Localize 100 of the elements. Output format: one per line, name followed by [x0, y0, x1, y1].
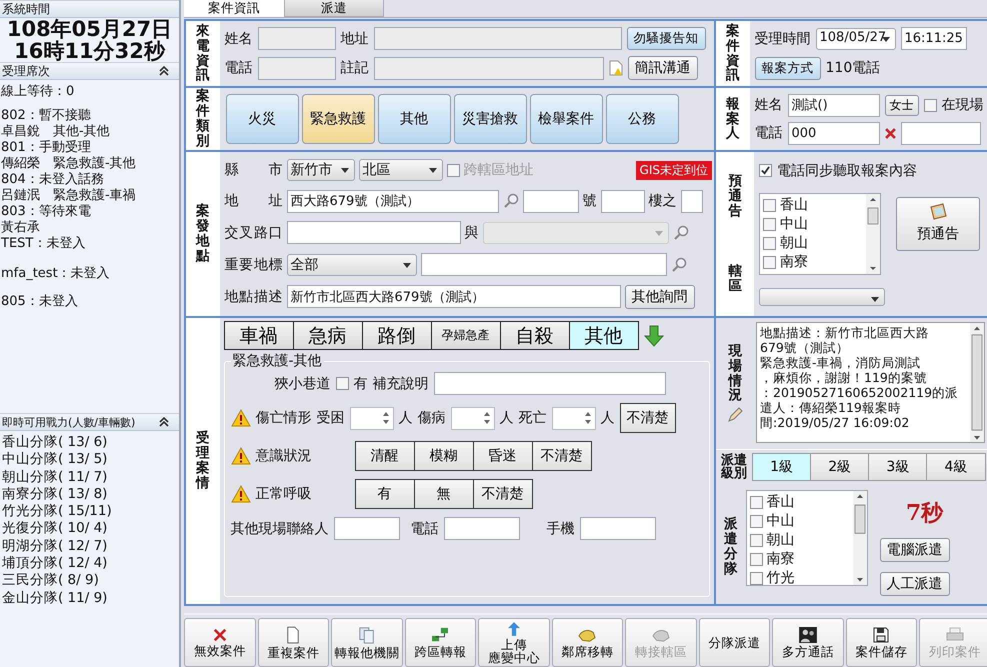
category-button[interactable]: 緊急救護	[302, 94, 374, 144]
search-icon[interactable]	[670, 256, 686, 273]
case-type-tab[interactable]: 路倒	[362, 321, 432, 350]
scrollbar[interactable]	[852, 491, 866, 585]
edit-icon[interactable]	[727, 407, 743, 424]
option-button[interactable]: 模糊	[414, 441, 474, 471]
floor-field[interactable]	[600, 190, 644, 213]
cross-road-field[interactable]	[286, 221, 460, 244]
sms-button[interactable]: 簡訊溝通	[628, 56, 698, 80]
location-description-field[interactable]: 新竹市北區西大路679號（測試）	[286, 285, 620, 308]
district-dropdown[interactable]	[759, 288, 885, 306]
level-button[interactable]: 3級	[868, 453, 928, 481]
phone-field[interactable]: 000	[788, 122, 880, 144]
search-icon[interactable]	[502, 193, 518, 210]
document-warning-icon[interactable]	[608, 60, 622, 76]
case-type-tab[interactable]: 其他	[568, 321, 638, 350]
tab[interactable]: 派遣	[284, 0, 384, 17]
level-button[interactable]: 4級	[926, 453, 986, 481]
address-field[interactable]	[374, 27, 622, 50]
category-button[interactable]: 公務	[606, 94, 678, 144]
field-label: 受理時間	[754, 30, 810, 48]
mobile-field[interactable]	[580, 517, 656, 540]
option-button[interactable]: 無	[414, 479, 474, 509]
landmark-field[interactable]	[420, 253, 666, 276]
checkbox[interactable]	[336, 377, 348, 390]
case-type-tab[interactable]: 急病	[292, 321, 362, 350]
field-label: 地址	[224, 192, 282, 210]
scrollbar[interactable]	[970, 323, 984, 442]
toolbar-button[interactable]: 多方通話	[772, 618, 844, 667]
toolbar-button[interactable]: 轉報他機關	[331, 618, 402, 667]
date-dropdown[interactable]: 108/05/27	[816, 28, 896, 50]
checkbox[interactable]	[750, 515, 762, 528]
address-field[interactable]: 西大路679號（測試）	[286, 190, 498, 213]
arrow-down-icon[interactable]	[644, 324, 664, 346]
option-button[interactable]: 有	[354, 479, 414, 509]
checkbox[interactable]	[750, 553, 762, 566]
checkbox[interactable]	[763, 218, 776, 231]
contact-field[interactable]	[334, 517, 400, 540]
note-field[interactable]	[374, 56, 604, 80]
toolbar-button[interactable]: 分隊派遣	[698, 618, 770, 667]
city-dropdown[interactable]: 新竹市	[286, 159, 354, 182]
landmark-dropdown[interactable]: 全部	[286, 254, 416, 276]
category-button[interactable]: 檢舉案件	[530, 94, 602, 144]
case-type-tab[interactable]: 孕婦急產	[430, 321, 500, 350]
toolbar-button[interactable]: 重複案件	[258, 618, 329, 667]
toolbar-button[interactable]: 無效案件	[184, 618, 256, 667]
spinner-field[interactable]	[450, 406, 494, 430]
checkbox[interactable]	[750, 572, 762, 585]
scrollbar[interactable]	[866, 194, 880, 274]
name-field[interactable]	[258, 27, 336, 50]
case-type-tab[interactable]: 自殺	[500, 321, 570, 350]
clear-icon[interactable]	[884, 128, 896, 138]
unclear-button[interactable]: 不清楚	[620, 403, 676, 433]
manual-dispatch-button[interactable]: 人工派遣	[880, 572, 950, 596]
dnd-button[interactable]: 勿騷擾告知	[626, 27, 706, 50]
collapse-icon[interactable]	[159, 66, 169, 76]
report-method-button[interactable]: 報案方式	[754, 56, 820, 80]
checkbox[interactable]	[763, 256, 776, 269]
section-header[interactable]: 受理席次	[0, 62, 179, 80]
name-field[interactable]: 測試()	[788, 94, 880, 116]
number-field[interactable]	[522, 190, 578, 213]
case-type-tab[interactable]: 車禍	[224, 321, 294, 350]
option-button[interactable]: 清醒	[354, 441, 414, 471]
section-header[interactable]: 即時可用戰力(人數/車輛數)	[0, 413, 179, 431]
pre-notice-button[interactable]: 預通告	[896, 196, 980, 251]
category-button[interactable]: 其他	[378, 94, 450, 144]
category-button[interactable]: 災害搶救	[454, 94, 526, 144]
collapse-icon[interactable]	[159, 417, 169, 427]
tab[interactable]: 案件資訊	[184, 0, 284, 17]
district-dropdown[interactable]: 北區	[358, 159, 442, 182]
level-button[interactable]: 1級	[752, 453, 812, 481]
checkbox[interactable]	[763, 198, 776, 212]
extra-phone-field[interactable]	[900, 122, 980, 144]
gender-button[interactable]: 女士	[884, 94, 918, 116]
checkbox[interactable]	[750, 496, 762, 509]
toolbar-button[interactable]: 鄰席移轉	[552, 618, 623, 667]
checkbox[interactable]	[759, 164, 772, 178]
option-button[interactable]: 不清楚	[472, 479, 532, 509]
time-field[interactable]: 16:11:25	[900, 27, 966, 50]
option-button[interactable]: 昏迷	[472, 441, 532, 471]
spinner-field[interactable]	[552, 406, 596, 430]
phone-field[interactable]	[444, 517, 520, 540]
toolbar-button[interactable]: 上傳 應變中心	[478, 618, 550, 667]
floor-sub-field[interactable]	[680, 190, 702, 213]
other-inquiry-button[interactable]: 其他詢問	[624, 284, 694, 309]
auto-dispatch-button[interactable]: 電腦派遣	[880, 538, 950, 562]
toolbar-button[interactable]: 跨區轉報	[404, 618, 476, 667]
level-button[interactable]: 2級	[810, 453, 870, 481]
checkbox[interactable]	[763, 236, 776, 250]
option-button[interactable]: 不清楚	[532, 441, 592, 471]
phone-field[interactable]	[258, 56, 336, 80]
spinner-field[interactable]	[350, 406, 394, 430]
checkbox[interactable]	[750, 534, 762, 547]
checkbox[interactable]	[924, 98, 936, 112]
checkbox[interactable]	[446, 164, 460, 177]
note-field[interactable]	[434, 372, 666, 395]
field-label: 其他現場聯絡人	[230, 520, 328, 538]
toolbar-button[interactable]: 案件儲存	[846, 618, 917, 667]
search-icon[interactable]	[672, 224, 688, 241]
category-button[interactable]: 火災	[226, 94, 298, 144]
